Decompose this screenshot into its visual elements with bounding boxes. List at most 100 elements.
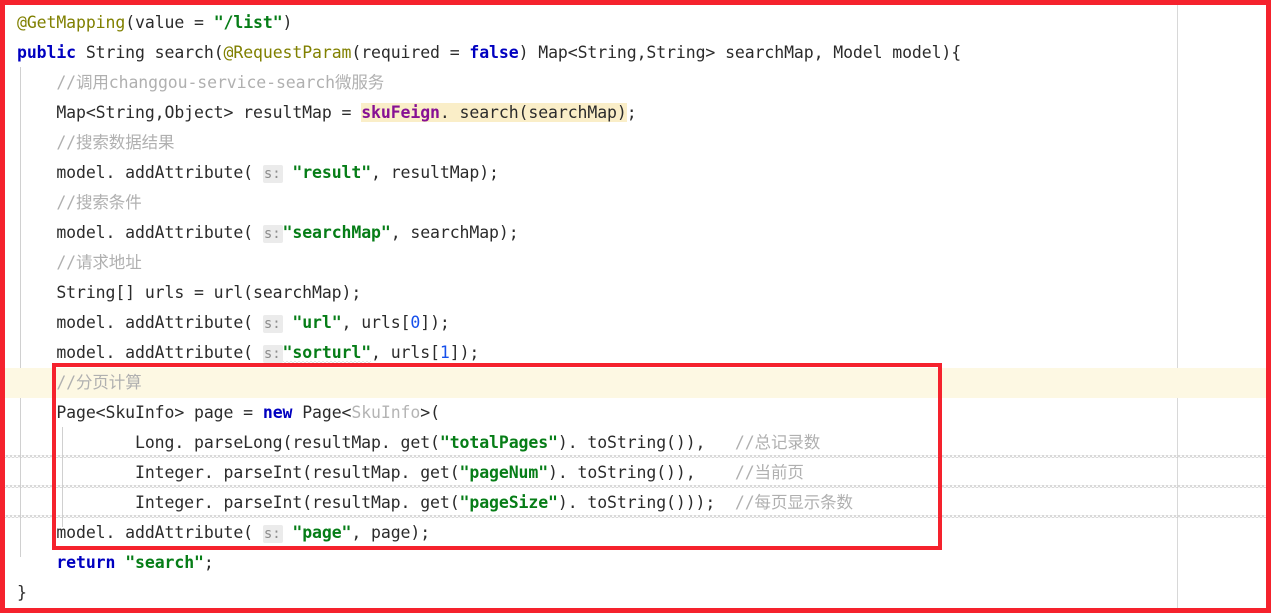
- code-line-1[interactable]: @GetMapping(value = "/list"): [5, 8, 1266, 38]
- token-plain: model. addAttribute(: [17, 313, 263, 332]
- token-kw: public: [17, 43, 77, 62]
- token-cmt: //总记录数: [734, 433, 821, 452]
- code-line-15[interactable]: Long. parseLong(resultMap. get("totalPag…: [5, 428, 1266, 458]
- token-dim: SkuInfo: [351, 403, 421, 422]
- code-line-text: model. addAttribute( s: "result", result…: [5, 158, 499, 189]
- code-line-text: model. addAttribute( s: "url", urls[0]);: [5, 308, 450, 339]
- token-plain: model. addAttribute(: [17, 163, 263, 182]
- token-plain: model. addAttribute(: [17, 343, 263, 362]
- code-line-17[interactable]: Integer. parseInt(resultMap. get("pageSi…: [5, 488, 1266, 518]
- token-cmt: //每页显示条数: [734, 493, 853, 512]
- token-plain: , urls[: [371, 343, 440, 362]
- code-line-11[interactable]: model. addAttribute( s: "url", urls[0]);: [5, 308, 1266, 338]
- token-hint: s:: [262, 525, 283, 543]
- token-str: "url": [292, 313, 342, 332]
- code-line-text: Integer. parseInt(resultMap. get("pageSi…: [5, 488, 853, 518]
- code-line-text: Integer. parseInt(resultMap. get("pageNu…: [5, 458, 804, 488]
- token-cmt: //搜索条件: [17, 193, 142, 212]
- code-line-text: //搜索数据结果: [5, 128, 174, 158]
- token-plain: Page<SkuInfo> page =: [17, 403, 263, 422]
- token-plain: Integer. parseInt(resultMap. get(: [17, 463, 460, 482]
- code-line-text: public String search(@RequestParam(requi…: [5, 38, 961, 68]
- code-line-18[interactable]: model. addAttribute( s: "page", page);: [5, 518, 1266, 548]
- token-plain: >(: [420, 403, 440, 422]
- token-cmt: //调用changgou-service-search微服务: [17, 73, 385, 92]
- code-line-7[interactable]: //搜索条件: [5, 188, 1266, 218]
- token-plain: ]);: [449, 343, 480, 362]
- token-plain: Page<: [292, 403, 352, 422]
- token-kw: new: [262, 403, 293, 422]
- code-line-text: return "search";: [5, 548, 214, 578]
- code-line-text: Long. parseLong(resultMap. get("totalPag…: [5, 428, 820, 458]
- code-line-6[interactable]: model. addAttribute( s: "result", result…: [5, 158, 1266, 188]
- code-line-10[interactable]: String[] urls = url(searchMap);: [5, 278, 1266, 308]
- token-str: "pageSize": [459, 493, 558, 512]
- code-line-8[interactable]: model. addAttribute( s: "searchMap", sear…: [5, 218, 1266, 248]
- token-plain: . search(searchMap): [439, 103, 627, 122]
- token-plain: ): [282, 13, 293, 32]
- token-plain: Long. parseLong(resultMap. get(: [17, 433, 440, 452]
- token-cmt: //搜索数据结果: [17, 133, 175, 152]
- token-str: "result": [292, 163, 372, 182]
- code-lines-container[interactable]: @GetMapping(value = "/list") public Strin…: [5, 8, 1266, 608]
- token-str: "search": [125, 553, 204, 572]
- token-plain: , urls[: [341, 313, 411, 332]
- token-field: skuFeign: [361, 103, 440, 122]
- token-plain: Integer. parseInt(resultMap. get(: [17, 493, 460, 512]
- token-kw: return: [56, 553, 116, 572]
- token-cmt: //分页计算: [17, 373, 142, 392]
- token-plain: }: [17, 583, 27, 602]
- token-plain: ). toString()),: [557, 433, 735, 452]
- token-plain: , searchMap);: [390, 223, 519, 242]
- token-anno: @GetMapping: [17, 13, 126, 32]
- code-line-12[interactable]: model. addAttribute( s: "sorturl", urls[1…: [5, 338, 1266, 368]
- code-line-text: Map<String,Object> resultMap = skuFeign.…: [5, 98, 637, 128]
- code-line-text: //请求地址: [5, 248, 141, 278]
- code-line-19[interactable]: return "search";: [5, 548, 1266, 578]
- code-line-text: }: [5, 578, 27, 608]
- token-plain: Map<String,Object> resultMap =: [17, 103, 362, 122]
- code-line-4[interactable]: Map<String,Object> resultMap = skuFeign.…: [5, 98, 1266, 128]
- code-line-13[interactable]: //分页计算: [5, 368, 1266, 398]
- token-plain: (required =: [351, 43, 470, 62]
- code-line-text: @GetMapping(value = "/list"): [5, 8, 292, 38]
- code-line-5[interactable]: //搜索数据结果: [5, 128, 1266, 158]
- token-hint: s:: [262, 165, 283, 183]
- token-hint: s:: [262, 225, 283, 243]
- token-anno: @RequestParam: [223, 43, 352, 62]
- code-line-text: //调用changgou-service-search微服务: [5, 68, 384, 98]
- code-surface[interactable]: @GetMapping(value = "/list") public Strin…: [5, 5, 1266, 608]
- token-str: "/list": [213, 13, 283, 32]
- code-line-16[interactable]: Integer. parseInt(resultMap. get("pageNu…: [5, 458, 1266, 488]
- code-line-20[interactable]: }: [5, 578, 1266, 608]
- code-line-9[interactable]: //请求地址: [5, 248, 1266, 278]
- token-plain: model. addAttribute(: [17, 223, 263, 242]
- token-plain: String[] urls = url(searchMap);: [17, 283, 362, 302]
- token-plain: , resultMap);: [371, 163, 499, 182]
- token-str: "page": [292, 523, 352, 542]
- token-plain: ;: [626, 103, 637, 122]
- token-plain: (value =: [125, 13, 214, 32]
- token-cmt: //当前页: [734, 463, 804, 482]
- token-num: 1: [439, 343, 450, 362]
- token-plain: ). toString()));: [557, 493, 735, 512]
- code-editor-annotated-screenshot: @GetMapping(value = "/list") public Strin…: [0, 0, 1271, 613]
- code-line-3[interactable]: //调用changgou-service-search微服务: [5, 68, 1266, 98]
- token-plain: model. addAttribute(: [17, 523, 263, 542]
- code-line-text: //分页计算: [5, 368, 142, 398]
- token-num: 0: [410, 313, 421, 332]
- code-line-text: model. addAttribute( s: "page", page);: [5, 518, 430, 549]
- token-plain: String search(: [76, 43, 224, 62]
- token-plain: ;: [203, 553, 214, 572]
- code-line-14[interactable]: Page<SkuInfo> page = new Page<SkuInfo>(: [5, 398, 1266, 428]
- code-line-2[interactable]: public String search(@RequestParam(requi…: [5, 38, 1266, 68]
- token-str: "totalPages": [439, 433, 558, 452]
- code-line-text: //搜索条件: [5, 188, 142, 218]
- code-line-text: model. addAttribute( s: "searchMap", sear…: [5, 218, 519, 249]
- token-str: "searchMap": [282, 223, 391, 242]
- code-line-text: model. addAttribute( s: "sorturl", urls[1…: [5, 338, 479, 369]
